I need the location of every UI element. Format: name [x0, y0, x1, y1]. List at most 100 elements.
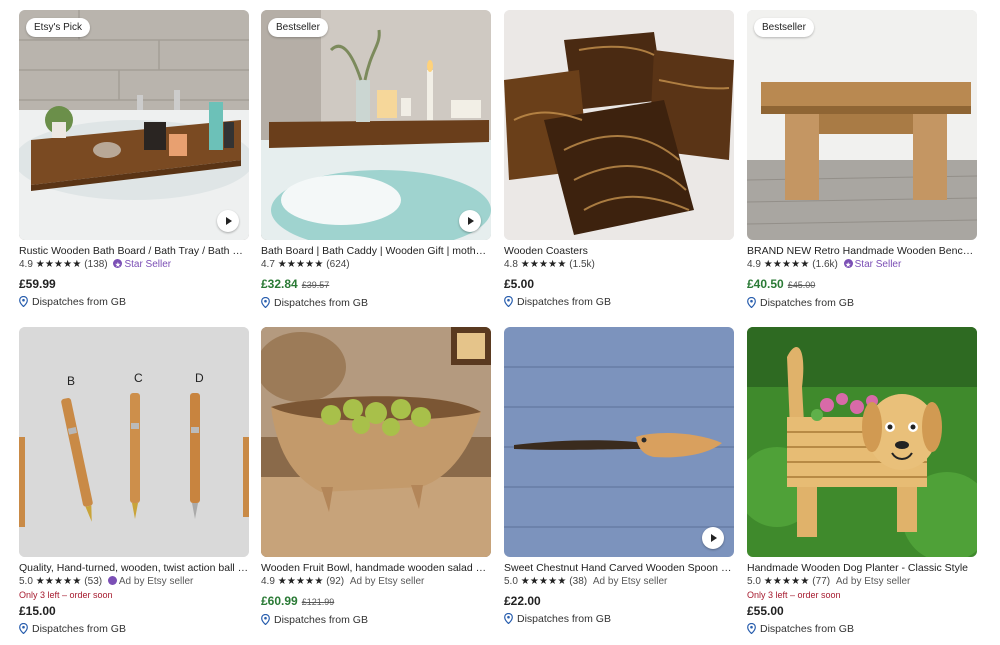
- pens-image: B C D: [19, 327, 249, 557]
- rating-value: 4.9: [261, 576, 275, 587]
- listing-rating: 4.9 ★★★★★ (138) Star Seller: [19, 258, 249, 273]
- review-count: (1.6k): [812, 259, 838, 270]
- price-row: £22.00: [504, 594, 734, 609]
- listing-image[interactable]: Bestseller: [747, 10, 977, 240]
- location-pin-icon: [747, 297, 756, 308]
- listing-card[interactable]: B C D Quality, Hand-turned, wooden, twist …: [19, 327, 249, 636]
- review-count: (624): [326, 259, 350, 270]
- listing-image[interactable]: [504, 327, 734, 557]
- listing-title[interactable]: Bath Board | Bath Caddy | Wooden Gift | …: [261, 244, 491, 258]
- star-seller-badge: Star Seller: [843, 259, 901, 273]
- price: £22.00: [504, 594, 541, 608]
- listing-card[interactable]: Wooden Coasters 4.8 ★★★★★ (1.5k) £5.00 D…: [504, 10, 734, 309]
- price-row: £32.84 £39.57: [261, 277, 491, 293]
- location-pin-icon: [19, 623, 28, 634]
- play-icon: [711, 534, 717, 542]
- scarcity-notice: Only 3 left – order soon: [747, 590, 841, 600]
- listing-rating: 5.0 ★★★★★ (77) Ad by Etsy seller: [747, 575, 977, 589]
- rating-value: 4.9: [19, 259, 33, 270]
- price-row: £59.99: [19, 277, 249, 292]
- review-count: (138): [84, 259, 108, 270]
- listing-rating: 4.7 ★★★★★ (624): [261, 258, 491, 272]
- star-seller-icon: [107, 576, 117, 585]
- wooden-spoon-image: [504, 327, 734, 557]
- play-icon: [468, 217, 474, 225]
- rating-stars: ★★★★★: [35, 259, 82, 270]
- listing-card[interactable]: Bestseller Bath Board | Bath Caddy | Woo…: [261, 10, 491, 310]
- listing-image[interactable]: [261, 327, 491, 557]
- play-video-button[interactable]: [217, 210, 239, 232]
- bench-stool-image: [747, 10, 977, 240]
- listing-title[interactable]: BRAND NEW Retro Handmade Wooden Bench-St…: [747, 244, 977, 258]
- coasters-image: [504, 10, 734, 240]
- price-row: £5.00: [504, 277, 734, 292]
- play-video-button[interactable]: [459, 210, 481, 232]
- star-seller-icon: [113, 259, 123, 273]
- bestseller-badge: Bestseller: [754, 18, 814, 37]
- listing-image[interactable]: Etsy's Pick: [19, 10, 249, 240]
- price: £59.99: [19, 277, 56, 291]
- rating-value: 4.8: [504, 259, 518, 270]
- sale-price: £40.50: [747, 277, 784, 291]
- listing-image[interactable]: [504, 10, 734, 240]
- rating-stars: ★★★★★: [520, 259, 567, 270]
- dispatch-info: Dispatches from GB: [504, 295, 734, 309]
- listing-title[interactable]: Wooden Fruit Bowl, handmade wooden salad…: [261, 561, 491, 575]
- bath-caddy-image: [261, 10, 491, 240]
- dispatch-info: Dispatches from GB: [19, 622, 249, 636]
- dispatch-info: Dispatches from GB: [19, 295, 249, 309]
- listing-image[interactable]: [747, 327, 977, 557]
- original-price: £39.57: [301, 280, 330, 290]
- location-pin-icon: [261, 297, 270, 308]
- listing-title[interactable]: Sweet Chestnut Hand Carved Wooden Spoon …: [504, 561, 734, 575]
- listing-card[interactable]: Wooden Fruit Bowl, handmade wooden salad…: [261, 327, 491, 627]
- svg-text:C: C: [134, 371, 143, 385]
- price: £5.00: [504, 277, 535, 291]
- location-pin-icon: [747, 623, 756, 634]
- ad-label: Ad by Etsy seller: [592, 576, 668, 587]
- svg-text:D: D: [195, 371, 204, 385]
- scarcity-notice: Only 3 left – order soon: [19, 590, 113, 600]
- location-pin-icon: [504, 613, 513, 624]
- listing-card[interactable]: Bestseller BRAND NEW Retro Handmade Wood…: [747, 10, 977, 310]
- listing-image[interactable]: Bestseller: [261, 10, 491, 240]
- svg-text:B: B: [67, 374, 75, 388]
- rating-stars: ★★★★★: [763, 576, 810, 587]
- ad-label: Ad by Etsy seller: [835, 576, 911, 587]
- review-count: (38): [569, 576, 588, 587]
- ad-label: Ad by Etsy seller: [349, 576, 425, 587]
- star-seller-icon: [843, 259, 853, 273]
- listing-rating: 4.9 ★★★★★ (1.6k) Star Seller: [747, 258, 977, 273]
- rating-value: 5.0: [19, 576, 33, 587]
- listing-rating: 4.9 ★★★★★ (92) Ad by Etsy seller: [261, 575, 491, 589]
- listing-title[interactable]: Quality, Hand-turned, wooden, twist acti…: [19, 561, 249, 575]
- fruit-bowl-image: [261, 327, 491, 557]
- location-pin-icon: [19, 296, 28, 307]
- price: £15.00: [19, 604, 56, 618]
- bestseller-badge: Bestseller: [268, 18, 328, 37]
- listing-title[interactable]: Wooden Coasters: [504, 244, 734, 258]
- listing-image[interactable]: B C D: [19, 327, 249, 557]
- rating-stars: ★★★★★: [277, 259, 324, 270]
- review-count: (53): [84, 576, 103, 587]
- rating-stars: ★★★★★: [763, 259, 810, 270]
- rating-stars: ★★★★★: [35, 576, 82, 587]
- listing-title[interactable]: Rustic Wooden Bath Board / Bath Tray / B…: [19, 244, 249, 258]
- sale-price: £60.99: [261, 594, 298, 608]
- etsys-pick-badge: Etsy's Pick: [26, 18, 91, 37]
- listing-card[interactable]: Etsy's Pick Rustic Wooden Bath Board / B…: [19, 10, 249, 309]
- listing-card[interactable]: Handmade Wooden Dog Planter - Classic St…: [747, 327, 977, 636]
- location-pin-icon: [261, 614, 270, 625]
- listing-card[interactable]: Sweet Chestnut Hand Carved Wooden Spoon …: [504, 327, 734, 626]
- dispatch-info: Dispatches from GB: [747, 622, 977, 636]
- dog-planter-image: [747, 327, 977, 557]
- listing-rating: 5.0 ★★★★★ (38) Ad by Etsy seller: [504, 575, 734, 589]
- dispatch-info: Dispatches from GB: [261, 613, 491, 627]
- listing-title[interactable]: Handmade Wooden Dog Planter - Classic St…: [747, 561, 977, 575]
- play-icon: [226, 217, 232, 225]
- play-video-button[interactable]: [702, 527, 724, 549]
- rating-value: 5.0: [504, 576, 518, 587]
- dispatch-info: Dispatches from GB: [261, 296, 491, 310]
- dispatch-info: Dispatches from GB: [504, 612, 734, 626]
- review-count: (1.5k): [569, 259, 595, 270]
